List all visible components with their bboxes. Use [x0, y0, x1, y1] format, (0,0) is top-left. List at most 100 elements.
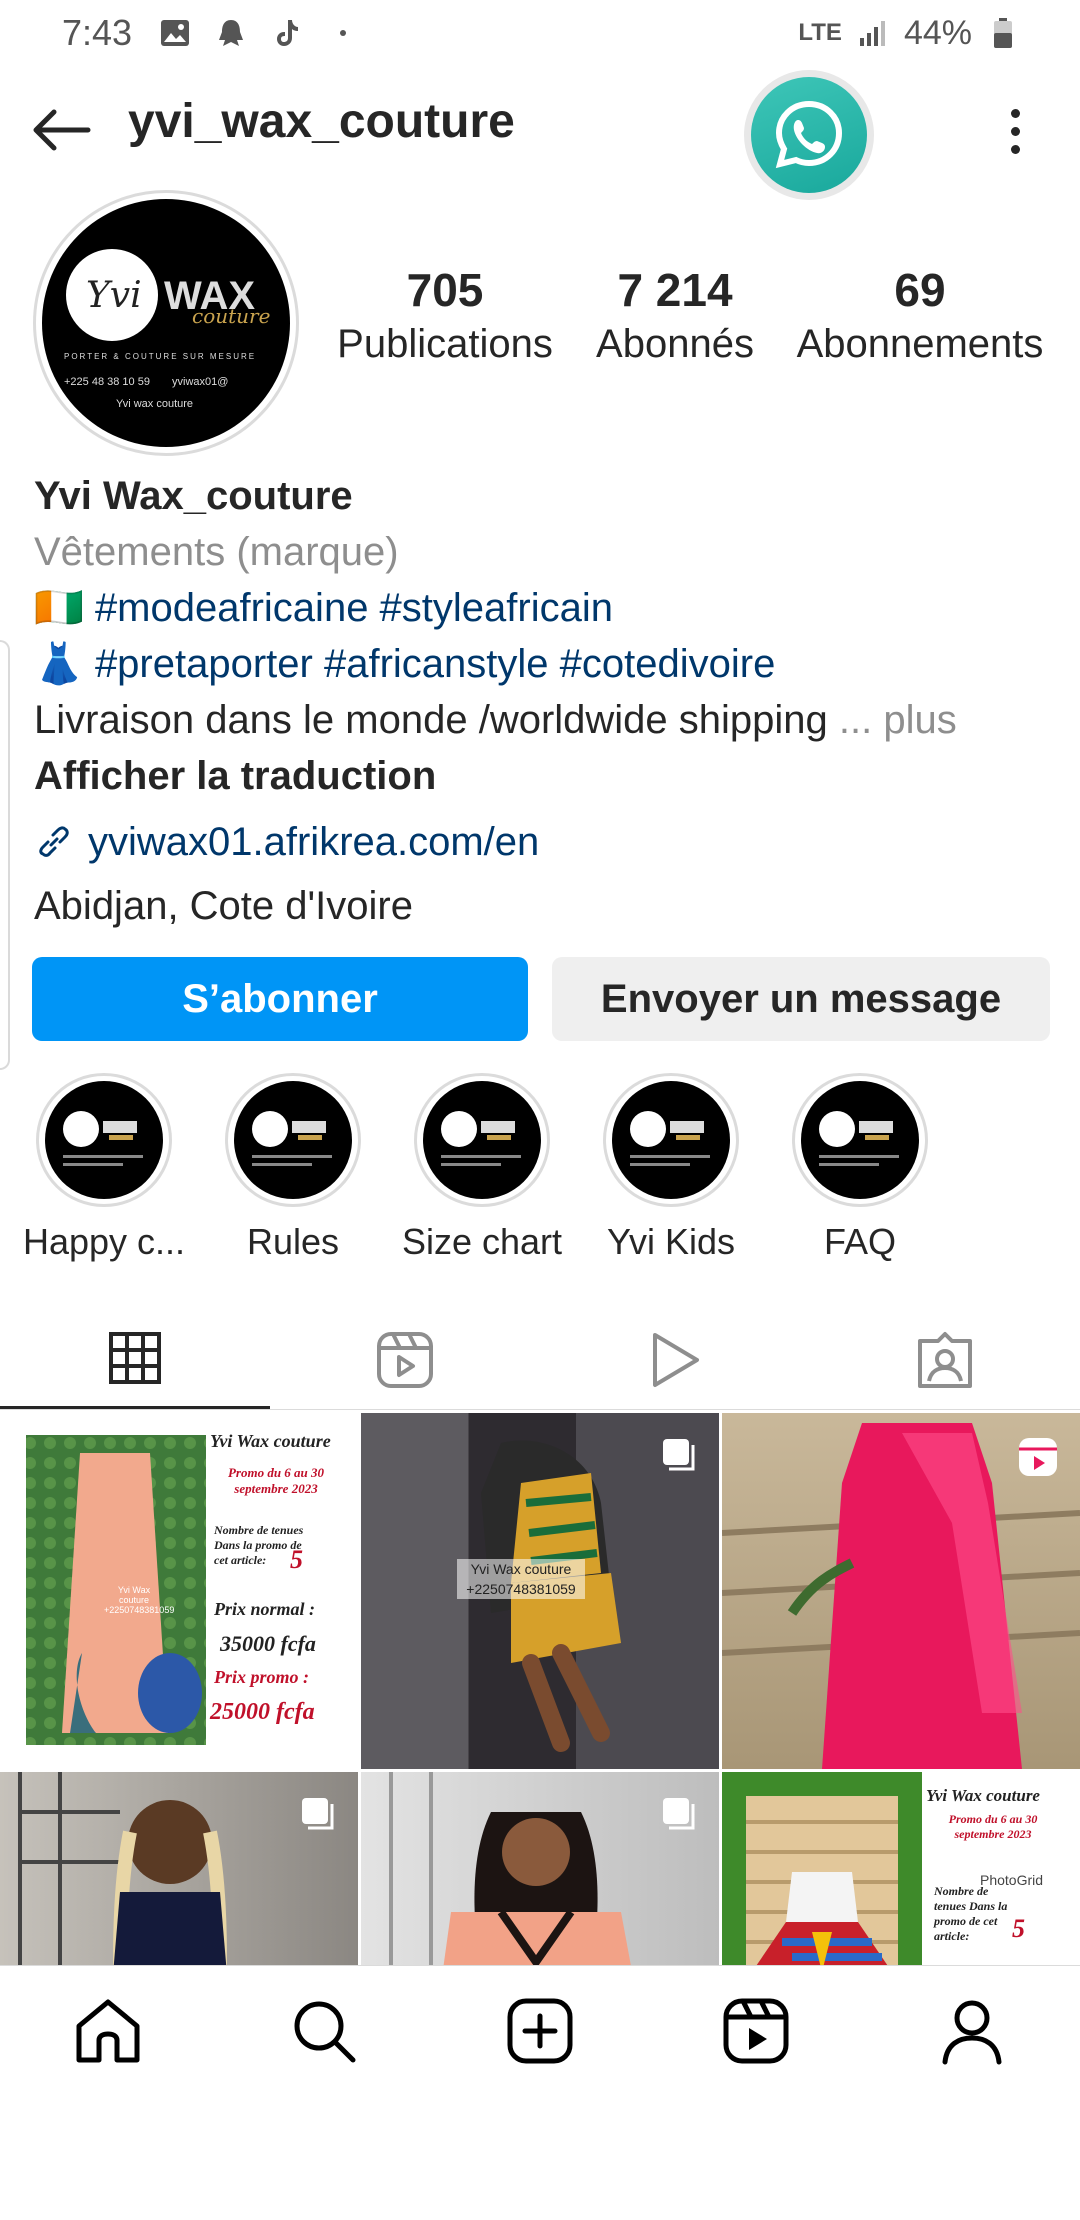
- back-button[interactable]: [30, 98, 94, 162]
- message-button[interactable]: Envoyer un message: [552, 957, 1050, 1041]
- link-icon: [39, 826, 69, 857]
- search-icon: [294, 2001, 356, 2062]
- logo-tagline: PORTER & COUTURE SUR MESURE: [64, 352, 256, 361]
- highlight-item[interactable]: Yvi Kids: [593, 1073, 749, 1263]
- nav-search[interactable]: [216, 1966, 432, 2095]
- more-options-button[interactable]: [990, 96, 1040, 166]
- profile-tabs: [0, 1310, 1080, 1410]
- avatar-logo: Yvi WAX couture PORTER & COUTURE SUR MES…: [42, 199, 290, 447]
- profile-location: Abidjan, Cote d'Ivoire: [34, 884, 413, 928]
- highlight-label: Happy c...: [22, 1221, 186, 1263]
- highlight-item[interactable]: Size chart: [401, 1073, 563, 1263]
- grid-post[interactable]: [0, 1772, 358, 1965]
- play-icon: [653, 1332, 699, 1387]
- post6-promo: Promo du 6 au 30 septembre 2023: [948, 1812, 1038, 1841]
- battery-percent: 44%: [903, 13, 972, 52]
- bottom-navigation: [0, 1965, 1080, 2095]
- battery-icon: [986, 16, 1020, 50]
- logo-sub: couture: [192, 304, 270, 328]
- profile-link-text: yviwax01.afrikrea.com/en: [88, 820, 540, 864]
- tab-tagged[interactable]: [810, 1310, 1080, 1409]
- highlight-cover: [612, 1081, 730, 1200]
- profile-link[interactable]: yviwax01.afrikrea.com/en: [34, 814, 1054, 870]
- tiktok-icon: [270, 16, 304, 50]
- post1-promo-label: Prix promo :: [214, 1667, 310, 1687]
- logo-handle: yviwax01@: [172, 376, 228, 388]
- home-icon: [76, 1999, 140, 2062]
- nav-profile[interactable]: [864, 1966, 1080, 2095]
- notification-icons: [158, 16, 360, 50]
- reel-icon: [1019, 1438, 1057, 1476]
- highlight-cover: [423, 1081, 541, 1200]
- bio-line-1: 🇨🇮 #modeafricaine #styleafricain: [34, 580, 1054, 636]
- dress-emoji: 👗: [34, 642, 84, 686]
- highlight-cover: [801, 1081, 919, 1200]
- post1-normal-label: Prix normal :: [214, 1599, 316, 1619]
- stat-publications[interactable]: 705 Publications: [320, 262, 570, 370]
- post2-watermark-line2: +2250748381059: [466, 1581, 576, 1597]
- image-icon: [158, 16, 192, 50]
- bio-shipping-text: Livraison dans le monde /worldwide shipp…: [34, 698, 828, 742]
- logo-script: Yvi: [86, 275, 142, 316]
- bio-hashtags-1[interactable]: #modeafricaine #styleafricain: [95, 586, 613, 630]
- highlight-item[interactable]: Rules: [215, 1073, 371, 1263]
- grid-post[interactable]: [722, 1413, 1080, 1769]
- story-highlights: Happy c... Rules Size chart Yvi Kids FAQ: [22, 1073, 1080, 1263]
- carousel-icon: [302, 1798, 334, 1830]
- grid-post[interactable]: Yvi Wax couture Promo du 6 au 30 septemb…: [722, 1772, 1080, 1965]
- stat-followers-value: 7 214: [617, 264, 733, 316]
- post6-header: Yvi Wax couture: [926, 1786, 1040, 1805]
- profile-avatar[interactable]: Yvi WAX couture PORTER & COUTURE SUR MES…: [33, 190, 299, 456]
- reels-icon: [377, 1331, 433, 1388]
- status-bar: 7:43 LTE 44%: [0, 0, 1080, 66]
- tab-reels[interactable]: [270, 1310, 540, 1409]
- stat-following[interactable]: 69 Abonnements: [780, 262, 1060, 370]
- highlight-item[interactable]: Happy c...: [22, 1073, 186, 1263]
- nav-home[interactable]: [0, 1966, 216, 2095]
- status-time: 7:43: [62, 12, 133, 53]
- nav-create[interactable]: [432, 1966, 648, 2095]
- whatsapp-icon: [775, 100, 843, 169]
- ghost-icon: [214, 16, 248, 50]
- highlight-cover: [45, 1081, 163, 1200]
- profile-username: yvi_wax_couture: [128, 95, 515, 148]
- stat-publications-value: 705: [406, 264, 484, 316]
- nav-reels[interactable]: [648, 1966, 864, 2095]
- translate-link[interactable]: Afficher la traduction: [34, 748, 1054, 804]
- bio-hashtags-2[interactable]: #pretaporter #africanstyle #cotedivoire: [95, 642, 775, 686]
- bio-more-link[interactable]: ... plus: [839, 698, 957, 742]
- stat-publications-label: Publications: [337, 322, 553, 366]
- tagged-icon: [918, 1331, 972, 1388]
- tab-videos[interactable]: [540, 1310, 810, 1409]
- whatsapp-button[interactable]: [744, 70, 874, 200]
- post1-watermark: Yvi Wax couture +2250748381059: [104, 1585, 175, 1615]
- grid-icon: [109, 1332, 161, 1384]
- highlight-item[interactable]: FAQ: [782, 1073, 938, 1263]
- status-right: LTE 44%: [798, 14, 1020, 53]
- stat-followers[interactable]: 7 214 Abonnés: [570, 262, 780, 370]
- profile-header: yvi_wax_couture: [0, 66, 1080, 200]
- highlight-label: Size chart: [401, 1221, 563, 1263]
- flag-emoji: 🇨🇮: [34, 586, 84, 630]
- grid-post[interactable]: Yvi Wax couture Promo du 6 au 30 septemb…: [0, 1413, 358, 1769]
- post1-promo: Promo du 6 au 30 septembre 2023: [227, 1465, 325, 1496]
- tab-posts[interactable]: [0, 1310, 270, 1409]
- network-label: LTE: [798, 19, 842, 46]
- post6-stock: 5: [1012, 1914, 1025, 1943]
- stat-followers-label: Abonnés: [596, 322, 754, 366]
- grid-post[interactable]: [361, 1772, 719, 1965]
- dot-icon: [326, 16, 360, 50]
- highlight-cover: [234, 1081, 352, 1200]
- post1-normal-price: 35000 fcfa: [220, 1631, 316, 1656]
- post1-promo-price: 25000 fcfa: [210, 1699, 315, 1725]
- arrow-left-icon: [33, 109, 91, 151]
- carousel-icon: [663, 1439, 695, 1471]
- follow-button[interactable]: S’abonner: [32, 957, 528, 1041]
- carousel-icon: [663, 1798, 695, 1830]
- post2-watermark-line1: Yvi Wax couture: [470, 1561, 572, 1577]
- posts-grid: Yvi Wax couture Promo du 6 au 30 septemb…: [0, 1413, 1080, 1965]
- logo-phone: +225 48 38 10 59: [64, 376, 150, 388]
- bio-line-3: Livraison dans le monde /worldwide shipp…: [34, 692, 1054, 748]
- grid-post[interactable]: Yvi Wax couture +2250748381059: [361, 1413, 719, 1769]
- edge-panel-handle[interactable]: [0, 640, 10, 1070]
